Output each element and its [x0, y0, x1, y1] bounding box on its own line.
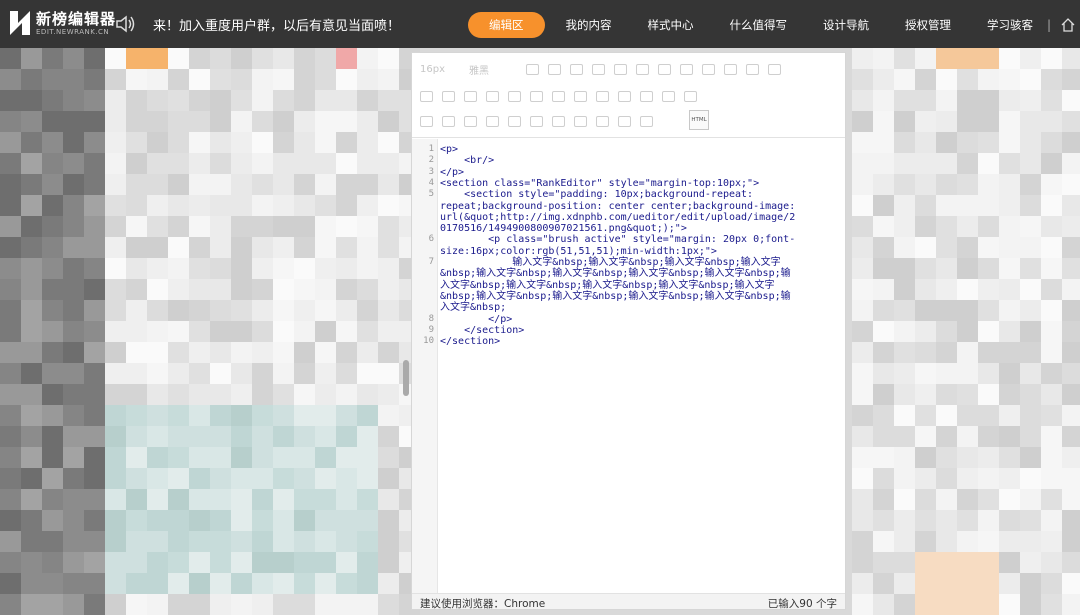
code-line: <section class="RankEditor" style="margi… [440, 177, 760, 189]
preview-icon[interactable] [684, 90, 697, 102]
main-nav: 编辑区 我的内容 样式中心 什么值得写 设计导航 授权管理 学习骇客 | [468, 11, 1075, 38]
code-line: 入文字&nbsp; [440, 302, 507, 314]
indent-icon[interactable] [508, 90, 521, 102]
code-line: <br/> [440, 155, 495, 167]
html-editor: 16px 雅黑 HTML 1 2 3 4 5 6 7 8 9 10 <p> <b… [411, 52, 846, 610]
ordered-list-icon[interactable] [530, 90, 543, 102]
line-number: 2 [428, 155, 434, 166]
image-icon[interactable] [508, 115, 521, 127]
code-line: <p> [440, 144, 459, 155]
underline-icon[interactable] [548, 63, 561, 75]
code-line: &nbsp;输入文字&nbsp;输入文字&nbsp;输入文字&nbsp;输入文字… [440, 290, 791, 302]
line-number: 1 [428, 144, 434, 154]
line-number-gutter: 1 2 3 4 5 6 7 8 9 10 [412, 139, 438, 595]
quote-icon[interactable] [680, 63, 693, 75]
status-bar: 建议使用浏览器：Chrome 已输入90 个字 [412, 593, 845, 610]
paragraph-spacing-icon[interactable] [596, 90, 609, 102]
toolbar-row-2 [420, 86, 706, 106]
line-number: 4 [428, 177, 434, 188]
strikethrough-icon[interactable] [592, 63, 605, 75]
font-family-select[interactable]: 雅黑 [469, 62, 517, 77]
toolbar-row-1: 16px 雅黑 [420, 59, 790, 79]
nav-editor[interactable]: 编辑区 [468, 11, 545, 38]
newrank-logo-icon[interactable] [8, 9, 32, 37]
code-line: </section> [440, 324, 525, 336]
align-right-icon[interactable] [464, 90, 477, 102]
nav-my-content[interactable]: 我的内容 [566, 17, 612, 33]
horizontal-rule-icon[interactable] [702, 63, 715, 75]
html-source-button[interactable]: HTML [689, 110, 709, 130]
left-panel-blurred [0, 48, 420, 615]
redo-icon[interactable] [768, 63, 781, 75]
align-center-icon[interactable] [442, 90, 455, 102]
music-icon[interactable] [618, 115, 631, 127]
line-number: 9 [428, 324, 434, 335]
code-line: </section> [440, 336, 501, 348]
right-panel-blurred [852, 48, 1080, 615]
code-line: &nbsp;输入文字&nbsp;输入文字&nbsp;输入文字&nbsp;输入文字… [440, 268, 791, 280]
align-justify-icon[interactable] [486, 90, 499, 102]
line-height-icon[interactable] [574, 90, 587, 102]
code-line: repeat;background-position: center cente… [440, 200, 796, 212]
code-line: url(&quot;http://img.xdnphb.com/ueditor/… [440, 211, 796, 223]
code-line: </p> [440, 166, 465, 178]
code-line: 输入文字&nbsp;输入文字&nbsp;输入文字&nbsp;输入文字 [440, 257, 781, 268]
nav-learn-hacker[interactable]: 学习骇客 [987, 17, 1033, 33]
undo-icon[interactable] [746, 63, 759, 75]
font-size-select[interactable]: 16px [420, 64, 460, 75]
code-line: <p class="brush active" style="margin: 2… [440, 234, 796, 246]
eraser-icon[interactable] [420, 115, 433, 127]
line-number: 3 [428, 166, 434, 177]
code-line: size:16px;color:rgb(51,51,51);min-width:… [440, 245, 717, 257]
italic-icon[interactable] [526, 63, 539, 75]
toolbar-row-3 [420, 111, 662, 131]
nav-design-guide[interactable]: 设计导航 [823, 17, 869, 33]
char-count: 已输入90 个字 [767, 598, 837, 610]
line-number: 8 [428, 313, 434, 324]
special-char-icon[interactable] [464, 115, 477, 127]
brand-domain: EDIT.NEWRANK.CN [36, 28, 110, 36]
brand-name[interactable]: 新榜编辑器 [36, 8, 116, 29]
speaker-icon [116, 15, 135, 33]
line-number: 6 [428, 234, 434, 245]
emoji-icon[interactable] [442, 115, 455, 127]
format-painter-icon[interactable] [640, 90, 653, 102]
nav-authorization[interactable]: 授权管理 [905, 17, 951, 33]
zoom-icon[interactable] [662, 90, 675, 102]
nav-style-center[interactable]: 样式中心 [648, 17, 694, 33]
link-icon[interactable] [640, 115, 653, 127]
video-icon[interactable] [596, 115, 609, 127]
background-color-icon[interactable] [636, 63, 649, 75]
announcement-link[interactable]: 来！加入重度用户群，以后有意见当面喷！ [153, 15, 400, 34]
line-number: 7 [428, 257, 434, 267]
code-area[interactable]: 1 2 3 4 5 6 7 8 9 10 <p> <br/> </p> <section class=… [412, 139, 845, 595]
code-line: <section style="padding: 10px;background… [440, 189, 754, 201]
browser-hint: 建议使用浏览器：Chrome [420, 598, 546, 610]
code-line: 0170516/1494900800907021561.png&quot;);"… [440, 223, 687, 235]
line-number: 5 [428, 189, 434, 200]
superscript-icon[interactable] [530, 115, 543, 127]
subscript-icon[interactable] [552, 115, 565, 127]
line-number: 10 [423, 336, 434, 347]
bold-icon[interactable] [570, 63, 583, 75]
top-bar: 新榜编辑器 EDIT.NEWRANK.CN 来！加入重度用户群，以后有意见当面喷… [0, 0, 1080, 48]
clear-format-icon[interactable] [724, 63, 737, 75]
nav-separator: | [1047, 17, 1052, 32]
font-color-icon[interactable] [614, 63, 627, 75]
text-direction-icon[interactable] [574, 115, 587, 127]
text-style-icon[interactable] [658, 63, 671, 75]
nav-worth-writing[interactable]: 什么值得写 [730, 17, 788, 33]
code-line: </p> [440, 313, 513, 325]
table-icon[interactable] [486, 115, 499, 127]
home-icon[interactable] [1061, 17, 1075, 32]
letter-spacing-icon[interactable] [618, 90, 631, 102]
editor-toolbar: 16px 雅黑 HTML [412, 53, 845, 138]
left-panel-scrollbar[interactable] [403, 360, 409, 396]
align-left-icon[interactable] [420, 90, 433, 102]
code-line: 入文字&nbsp;输入文字&nbsp;输入文字&nbsp;输入文字&nbsp;输… [440, 279, 775, 291]
unordered-list-icon[interactable] [552, 90, 565, 102]
